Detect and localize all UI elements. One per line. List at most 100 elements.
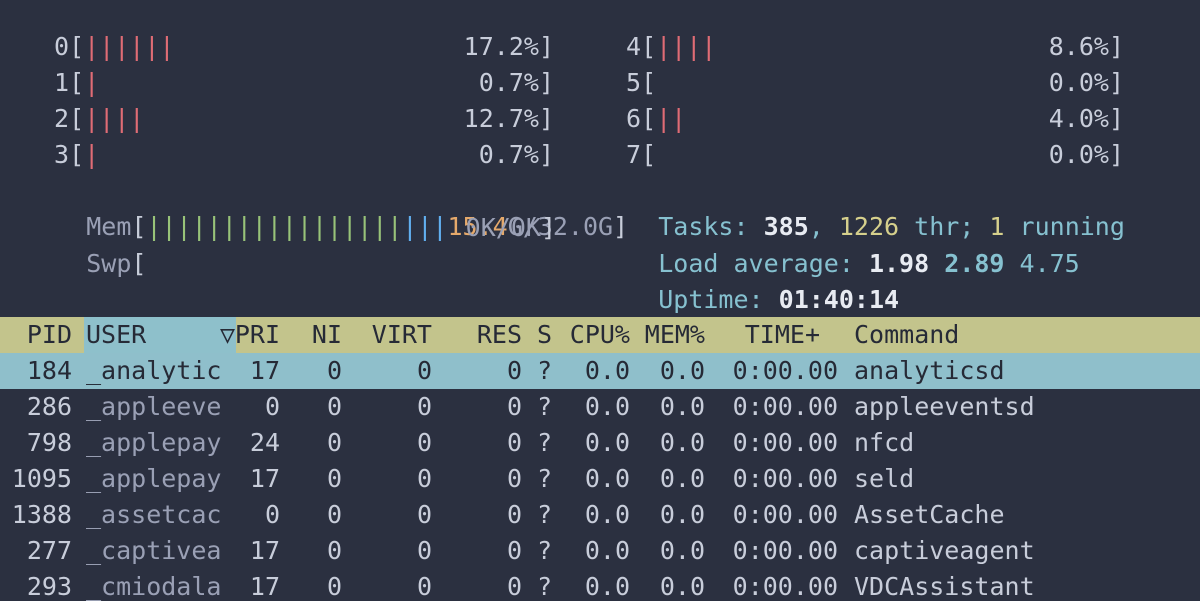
column-cpu[interactable]: CPU% bbox=[560, 317, 630, 353]
cell-pri: 0 bbox=[264, 500, 280, 529]
cpu-meter-6: 6[|| 4.0%] bbox=[626, 104, 1124, 133]
cell-s: ? bbox=[537, 572, 553, 601]
cell-command: VDCAssistant bbox=[854, 572, 1035, 601]
cpu-id: 1 bbox=[54, 68, 70, 97]
cell-mem: 0.0 bbox=[659, 536, 705, 565]
column-state[interactable]: S bbox=[537, 317, 557, 353]
cell-s: ? bbox=[537, 464, 553, 493]
cpu-usage-bar: |||||| bbox=[84, 32, 175, 61]
cell-virt: 0 bbox=[416, 464, 432, 493]
cpu-meter-2: 2[|||| 12.7%] bbox=[54, 104, 554, 133]
cell-cpu: 0.0 bbox=[584, 572, 630, 601]
cpu-id: 4 bbox=[626, 32, 642, 61]
table-row[interactable]: 277 _captivea 17 0 0 0? 0.0 0.0 0:00.00 captiveag… bbox=[0, 533, 1200, 569]
cpu-usage-bar: | bbox=[84, 140, 100, 169]
cell-pri: 0 bbox=[264, 392, 280, 421]
cell-user: _assetcac bbox=[86, 500, 222, 529]
table-row[interactable]: 286 _appleeve 0 0 0 0? 0.0 0.0 0:00.00 appleevent… bbox=[0, 389, 1200, 425]
cell-cpu: 0.0 bbox=[584, 356, 630, 385]
column-res[interactable]: RES bbox=[440, 317, 522, 353]
cell-pri: 24 bbox=[249, 428, 280, 457]
cell-command: AssetCache bbox=[854, 500, 1005, 529]
column-ni[interactable]: NI bbox=[290, 317, 342, 353]
cell-virt: 0 bbox=[416, 392, 432, 421]
cell-s: ? bbox=[537, 356, 553, 385]
cpu-id: 5 bbox=[626, 68, 642, 97]
cell-user: _applepay bbox=[86, 428, 222, 457]
cell-pid: 1388 bbox=[11, 500, 72, 529]
column-virt[interactable]: VIRT bbox=[340, 317, 432, 353]
cell-res: 0 bbox=[506, 356, 522, 385]
cell-mem: 0.0 bbox=[659, 392, 705, 421]
mem-meter: Mem[||||||||||||||||||||15.4G/32.0G] bbox=[86, 212, 629, 241]
column-user[interactable]: USER bbox=[86, 317, 216, 353]
cell-pid: 293 bbox=[26, 572, 72, 601]
cell-time: 0:00.00 bbox=[732, 356, 838, 385]
cell-time: 0:00.00 bbox=[732, 428, 838, 457]
cpu-id: 2 bbox=[54, 104, 70, 133]
cell-mem: 0.0 bbox=[659, 464, 705, 493]
column-pid[interactable]: PID bbox=[0, 317, 72, 353]
cell-res: 0 bbox=[506, 536, 522, 565]
process-table-header: PID USER ▽ PRI NI VIRT RES S CPU% MEM% T… bbox=[0, 317, 1200, 353]
column-mem[interactable]: MEM% bbox=[635, 317, 705, 353]
cpu-id: 7 bbox=[626, 140, 642, 169]
cell-cpu: 0.0 bbox=[584, 464, 630, 493]
table-row[interactable]: 1095 _applepay 17 0 0 0? 0.0 0.0 0:00.00 seld bbox=[0, 461, 1200, 497]
table-row[interactable]: 184 _analytic 17 0 0 0? 0.0 0.0 0:00.00 analytics… bbox=[0, 353, 1200, 389]
cell-mem: 0.0 bbox=[659, 572, 705, 601]
cell-virt: 0 bbox=[416, 500, 432, 529]
cell-user: _captivea bbox=[86, 536, 222, 565]
cell-command: appleeventsd bbox=[854, 392, 1035, 421]
column-time[interactable]: TIME+ bbox=[720, 317, 820, 353]
cpu-percent: 8.6% bbox=[1048, 32, 1109, 61]
cell-mem: 0.0 bbox=[659, 428, 705, 457]
cell-ni: 0 bbox=[326, 572, 342, 601]
cell-pid: 277 bbox=[26, 536, 72, 565]
htop-terminal: 0[|||||| 17.2%] 1[| 0.7%] 2[|||| 12.7%] 3[| 0.7… bbox=[0, 0, 1200, 601]
cpu-percent: 0.0% bbox=[1048, 68, 1109, 97]
cell-s: ? bbox=[537, 500, 553, 529]
cell-pri: 17 bbox=[249, 536, 280, 565]
swap-label: Swp bbox=[86, 249, 132, 278]
cpu-usage-bar: | bbox=[84, 68, 100, 97]
cell-s: ? bbox=[537, 392, 553, 421]
cell-cpu: 0.0 bbox=[584, 392, 630, 421]
cell-res: 0 bbox=[506, 392, 522, 421]
cell-pri: 17 bbox=[249, 572, 280, 601]
cpu-usage-bar: || bbox=[656, 104, 687, 133]
cpu-percent: 0.0% bbox=[1048, 140, 1109, 169]
cell-res: 0 bbox=[506, 572, 522, 601]
column-pri[interactable]: PRI bbox=[230, 317, 280, 353]
cell-user: _cmiodala bbox=[86, 572, 222, 601]
cell-user: _analytic bbox=[86, 356, 222, 385]
cell-s: ? bbox=[537, 428, 553, 457]
cpu-usage-bar: |||| bbox=[84, 104, 145, 133]
cpu-meter-0: 0[|||||| 17.2%] bbox=[54, 32, 554, 61]
cell-virt: 0 bbox=[416, 536, 432, 565]
cpu-id: 0 bbox=[54, 32, 70, 61]
swap-value: 0K/0K bbox=[465, 213, 541, 242]
cell-mem: 0.0 bbox=[659, 356, 705, 385]
cpu-percent: 4.0% bbox=[1048, 104, 1109, 133]
swap-meter: Swp[ 0K/0K] bbox=[86, 213, 556, 278]
cpu-percent: 17.2% bbox=[463, 32, 539, 61]
cell-command: seld bbox=[854, 464, 915, 493]
cell-time: 0:00.00 bbox=[732, 572, 838, 601]
column-command[interactable]: Command bbox=[854, 317, 1054, 353]
table-row[interactable]: 1388 _assetcac 0 0 0 0? 0.0 0.0 0:00.00 AssetCach… bbox=[0, 497, 1200, 533]
cell-mem: 0.0 bbox=[659, 500, 705, 529]
cpu-id: 6 bbox=[626, 104, 642, 133]
cpu-meter-1: 1[| 0.7%] bbox=[54, 68, 554, 97]
table-row[interactable]: 293 _cmiodala 17 0 0 0? 0.0 0.0 0:00.00 VDCAssist… bbox=[0, 569, 1200, 601]
table-row[interactable]: 798 _applepay 24 0 0 0? 0.0 0.0 0:00.00 nfcd bbox=[0, 425, 1200, 461]
cell-res: 0 bbox=[506, 500, 522, 529]
uptime-line: Uptime: 01:40:14 bbox=[598, 246, 899, 314]
cell-pid: 286 bbox=[26, 392, 72, 421]
cell-command: captiveagent bbox=[854, 536, 1035, 565]
cell-pid: 798 bbox=[26, 428, 72, 457]
cell-res: 0 bbox=[506, 464, 522, 493]
cell-s: ? bbox=[537, 536, 553, 565]
cpu-percent: 0.7% bbox=[478, 140, 539, 169]
cell-ni: 0 bbox=[326, 500, 342, 529]
